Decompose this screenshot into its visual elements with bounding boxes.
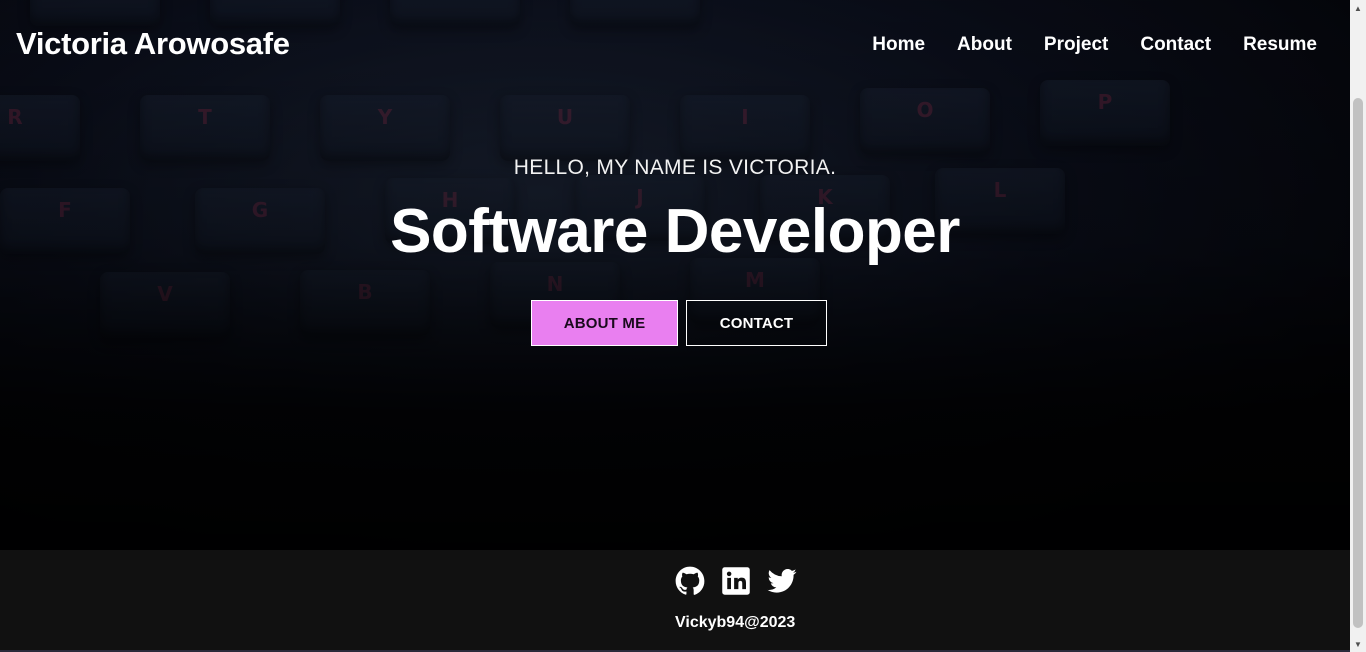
nav-item-about[interactable]: About <box>957 34 1012 56</box>
nav-item-resume[interactable]: Resume <box>1243 34 1317 56</box>
hero-greeting: HELLO, MY NAME IS VICTORIA. <box>513 156 837 179</box>
brand-logo[interactable]: Victoria Arowosafe <box>16 26 290 62</box>
nav-menu: Home About Project Contact Resume <box>872 34 1317 56</box>
nav-item-project[interactable]: Project <box>1044 34 1108 56</box>
social-links <box>675 566 797 596</box>
portfolio-page: 5 6 7 8 R T Y U I O P F G H J K L V B N … <box>0 0 1350 652</box>
linkedin-icon[interactable] <box>721 566 751 596</box>
scrollbar-thumb[interactable] <box>1353 98 1363 628</box>
github-icon[interactable] <box>675 566 705 596</box>
hero-title: Software Developer <box>390 197 960 266</box>
nav-item-home[interactable]: Home <box>872 34 925 56</box>
footer: Vickyb94@2023 <box>0 550 1350 652</box>
top-navbar: Victoria Arowosafe Home About Project Co… <box>0 0 1350 92</box>
scroll-up-arrow-icon[interactable]: ▲ <box>1350 0 1366 16</box>
nav-item-contact[interactable]: Contact <box>1140 34 1211 56</box>
contact-button[interactable]: CONTACT <box>686 300 827 346</box>
hero-buttons: ABOUT ME CONTACT <box>531 300 827 346</box>
copyright-text: Vickyb94@2023 <box>675 614 796 631</box>
scroll-down-arrow-icon[interactable]: ▼ <box>1350 636 1366 652</box>
about-me-button[interactable]: ABOUT ME <box>531 300 678 346</box>
vertical-scrollbar[interactable]: ▲ ▼ <box>1350 0 1366 652</box>
twitter-icon[interactable] <box>767 566 797 596</box>
